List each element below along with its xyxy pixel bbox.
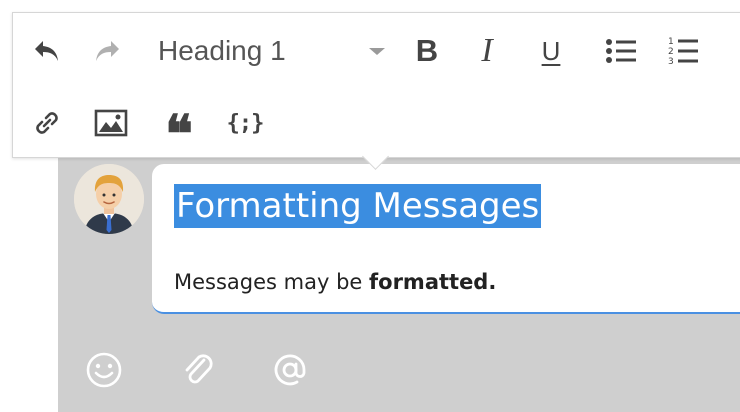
- code-button[interactable]: {;}: [225, 103, 265, 143]
- chevron-down-icon: [369, 48, 385, 55]
- selected-heading-text[interactable]: Formatting Messages: [174, 184, 542, 228]
- message-body-bold: formatted.: [369, 270, 497, 294]
- undo-icon: [35, 41, 58, 61]
- insert-image-button[interactable]: [91, 103, 131, 143]
- formatting-toolbar: Heading 1 B I U 1 2 3 ❝ {;}: [12, 12, 740, 162]
- bullet-list-icon: [606, 39, 636, 63]
- bullet-list-button[interactable]: [601, 31, 641, 71]
- svg-text:2: 2: [668, 47, 674, 57]
- editor-screen: Heading 1 B I U 1 2 3 ❝ {;} Formatting M…: [0, 0, 740, 412]
- numbered-list-button[interactable]: 1 2 3: [663, 31, 703, 71]
- code-icon: {;}: [226, 110, 265, 136]
- redo-button[interactable]: [87, 31, 127, 71]
- attachment-icon: [185, 354, 213, 384]
- underline-icon: U: [541, 35, 561, 66]
- message-editor[interactable]: Formatting Messages Messages may be form…: [152, 164, 740, 314]
- heading-select[interactable]: Heading 1: [153, 31, 393, 71]
- redo-icon: [96, 41, 119, 61]
- svg-text:3: 3: [668, 57, 674, 67]
- user-avatar-icon: [74, 164, 144, 234]
- quote-icon: ❝: [165, 107, 193, 164]
- undo-button[interactable]: [27, 31, 67, 71]
- mention-button[interactable]: [268, 348, 312, 392]
- heading-select-value: Heading 1: [158, 35, 286, 66]
- bold-button[interactable]: B: [407, 31, 447, 71]
- emoji-icon: [86, 352, 122, 388]
- link-icon: [36, 112, 58, 134]
- link-button[interactable]: [27, 103, 67, 143]
- avatar: [74, 164, 144, 234]
- bold-icon: B: [415, 33, 439, 68]
- message-body-text[interactable]: Messages may be formatted.: [174, 270, 496, 294]
- attachment-button[interactable]: [176, 348, 220, 392]
- message-body-prefix: Messages may be: [174, 270, 370, 294]
- blockquote-button[interactable]: ❝: [159, 103, 199, 162]
- svg-text:1: 1: [668, 37, 674, 47]
- image-icon: [94, 109, 128, 137]
- underline-button[interactable]: U: [531, 31, 571, 71]
- italic-icon: I: [481, 32, 493, 69]
- numbered-list-icon: 1 2 3: [668, 37, 698, 67]
- italic-button[interactable]: I: [467, 31, 507, 71]
- emoji-button[interactable]: [82, 348, 126, 392]
- mention-icon: [274, 354, 306, 386]
